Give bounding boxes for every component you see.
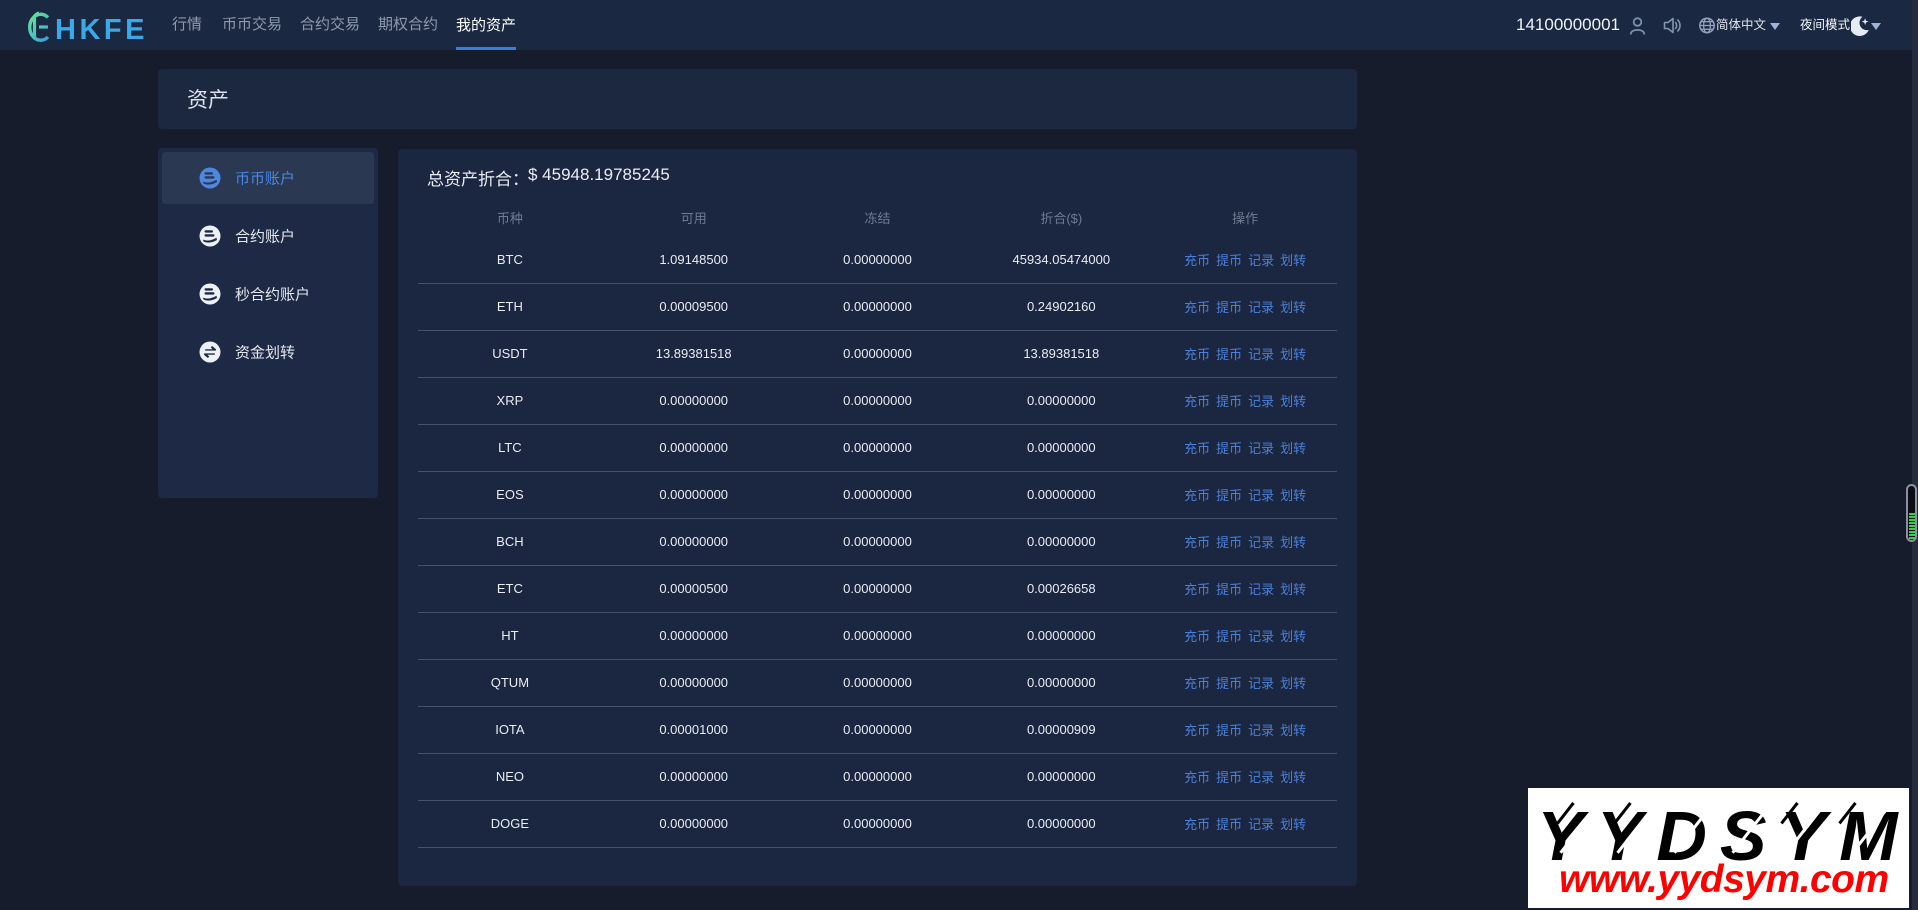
svg-text:HKFE: HKFE [55, 14, 146, 43]
